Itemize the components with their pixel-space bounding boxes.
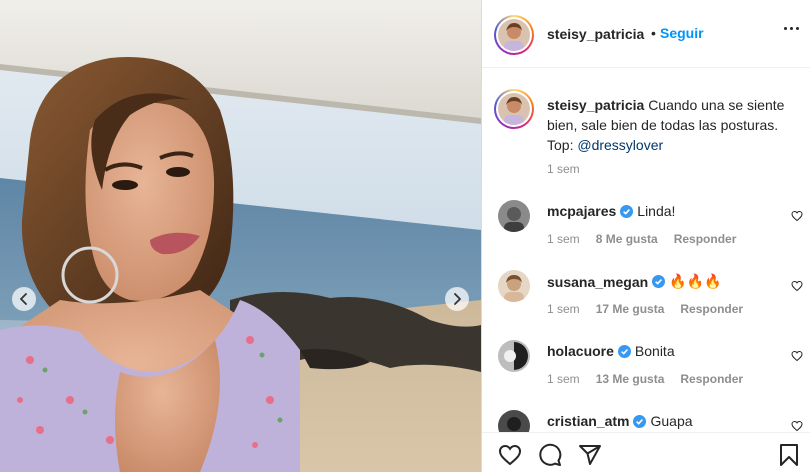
next-photo-button[interactable]: [445, 287, 469, 311]
post-photo[interactable]: [0, 0, 481, 472]
comment-text: 🔥🔥🔥: [669, 273, 722, 289]
bookmark-icon[interactable]: [778, 443, 800, 467]
more-options-icon[interactable]: [784, 27, 799, 30]
comment-likes[interactable]: 13 Me gusta: [596, 372, 665, 386]
previous-photo-button[interactable]: [12, 287, 36, 311]
avatar-image: [498, 270, 530, 302]
chevron-right-icon: [454, 293, 461, 305]
comment-username[interactable]: cristian_atm: [547, 413, 629, 429]
heart-icon[interactable]: [791, 280, 803, 292]
comment-icon[interactable]: [538, 443, 562, 467]
author-username[interactable]: steisy_patricia: [547, 26, 644, 42]
caption-mention-link[interactable]: @dressylover: [577, 137, 663, 153]
verified-badge-icon: [633, 414, 647, 428]
comment-text: Linda!: [637, 203, 676, 219]
author-avatar[interactable]: [494, 15, 534, 55]
post-caption: steisy_patricia Cuando una se siente bie…: [547, 95, 797, 155]
avatar-image: [498, 200, 530, 232]
separator-dot: •: [651, 25, 656, 41]
reply-button[interactable]: Responder: [680, 372, 743, 386]
chevron-left-icon: [20, 293, 27, 305]
comment-username[interactable]: holacuore: [547, 343, 614, 359]
avatar-image: [498, 340, 530, 372]
post-header: steisy_patricia • Seguir: [482, 0, 810, 68]
comment-likes[interactable]: 17 Me gusta: [596, 302, 665, 316]
heart-icon[interactable]: [791, 350, 803, 362]
comment-username[interactable]: susana_megan: [547, 274, 648, 290]
comment-avatar[interactable]: [498, 340, 530, 372]
follow-button[interactable]: Seguir: [660, 25, 704, 41]
post-action-bar: [482, 432, 810, 472]
avatar-image: [498, 93, 530, 125]
comment-text: Bonita: [634, 343, 675, 359]
comment-username[interactable]: mcpajares: [547, 203, 616, 219]
comment-avatar[interactable]: [498, 410, 530, 432]
comment-avatar[interactable]: [498, 270, 530, 302]
post-image: [0, 0, 481, 472]
comment-text: Guapa: [650, 413, 693, 429]
caption-avatar[interactable]: [494, 89, 534, 129]
verified-badge-icon: [617, 344, 631, 358]
caption-username[interactable]: steisy_patricia: [547, 97, 644, 113]
heart-icon[interactable]: [791, 420, 803, 432]
reply-button[interactable]: Responder: [674, 232, 737, 246]
comment-time[interactable]: 1 sem: [547, 302, 580, 316]
reply-button[interactable]: Responder: [680, 302, 743, 316]
comment-avatar[interactable]: [498, 200, 530, 232]
comment-time[interactable]: 1 sem: [547, 232, 580, 246]
avatar-image: [498, 19, 530, 51]
share-icon[interactable]: [578, 443, 602, 467]
verified-badge-icon: [652, 275, 666, 288]
heart-icon[interactable]: [791, 210, 803, 222]
comment-item: cristian_atm Guapa: [482, 410, 810, 432]
caption-timestamp[interactable]: 1 sem: [547, 162, 580, 176]
comment-item: holacuore Bonita 1 sem 13 Me gusta Respo…: [482, 340, 810, 410]
post-side-panel: steisy_patricia • Seguir steisy_patricia…: [482, 0, 810, 472]
verified-badge-icon: [620, 204, 634, 218]
heart-icon[interactable]: [498, 443, 522, 467]
comment-item: susana_megan 🔥🔥🔥 1 sem 17 Me gusta Respo…: [482, 270, 810, 340]
comment-time[interactable]: 1 sem: [547, 372, 580, 386]
comment-item: mcpajares Linda! 1 sem 8 Me gusta Respon…: [482, 200, 810, 270]
avatar-image: [498, 410, 530, 432]
comment-likes[interactable]: 8 Me gusta: [596, 232, 658, 246]
